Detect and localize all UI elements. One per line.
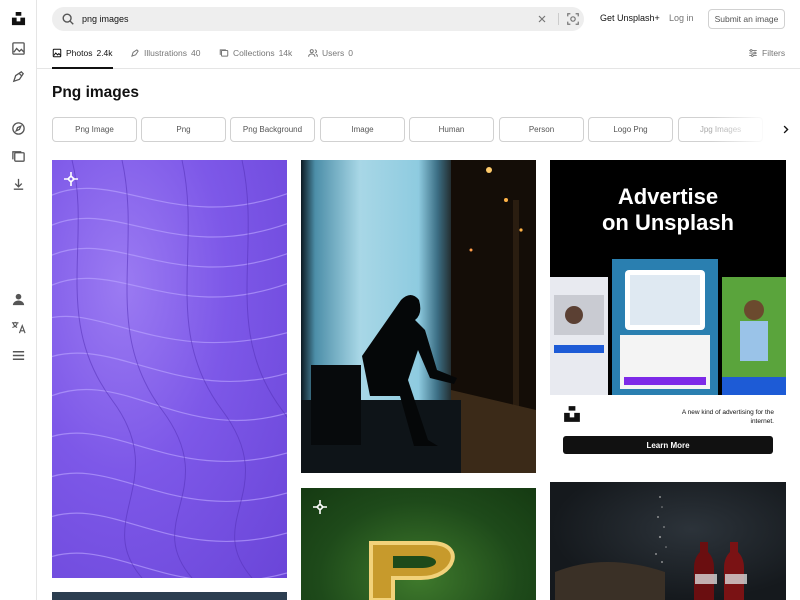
bottles-scene	[555, 496, 747, 600]
pen-icon	[131, 49, 139, 57]
tab-users[interactable]: Users 0	[308, 38, 353, 68]
related-chip[interactable]: Png	[141, 117, 226, 142]
silhouette-scene	[301, 160, 536, 473]
photo-person-silhouette[interactable]	[301, 160, 536, 473]
ad-headline-line2: on Unsplash	[601, 210, 734, 235]
search-divider	[558, 13, 559, 25]
users-icon	[308, 49, 318, 57]
tab-users-count: 0	[348, 48, 353, 58]
menu-hamburger-icon[interactable]	[9, 346, 28, 365]
photo-purple-fibers[interactable]	[52, 160, 287, 578]
top-header: Get Unsplash+ Log in Submit an image	[37, 0, 800, 38]
tab-illustrations[interactable]: Illustrations 40	[130, 38, 200, 68]
filters-sliders-icon	[749, 49, 757, 57]
photo-golden-letter[interactable]	[301, 488, 536, 600]
ad-footer: A new kind of advertising for the intern…	[550, 395, 786, 469]
learn-more-button[interactable]: Learn More	[563, 436, 773, 454]
related-chip[interactable]: Person	[499, 117, 584, 142]
unsplash-plus-icon	[313, 500, 327, 514]
clear-search-icon[interactable]	[536, 13, 548, 25]
tab-illustrations-count: 40	[191, 48, 201, 58]
user-account-icon[interactable]	[9, 290, 28, 309]
sidebar	[0, 0, 37, 600]
tab-photos-label: Photos	[66, 47, 93, 58]
login-link[interactable]: Log in	[669, 13, 694, 23]
filters-label: Filters	[762, 48, 786, 58]
collections-nav-icon[interactable]	[9, 147, 28, 166]
submit-image-button[interactable]: Submit an image	[708, 9, 785, 29]
tab-collections[interactable]: Collections 14k	[219, 38, 292, 68]
unsplash-logo-icon[interactable]	[9, 9, 28, 28]
collections-icon	[219, 49, 229, 57]
photos-nav-icon[interactable]	[9, 39, 28, 58]
ad-tagline: A new kind of advertising for the intern…	[681, 409, 774, 425]
golden-letter-p	[369, 541, 455, 600]
search-type-tabs: Photos 2.4k Illustrations 40 Collections…	[37, 38, 800, 69]
explore-compass-icon[interactable]	[9, 119, 28, 138]
tab-users-label: Users	[322, 48, 345, 58]
related-searches: Png Image Png Png Background Image Human…	[52, 117, 792, 143]
tab-photos[interactable]: Photos 2.4k	[52, 38, 113, 69]
tab-photos-count: 2.4k	[96, 47, 113, 58]
ad-collage-image	[550, 259, 786, 395]
search-input[interactable]	[82, 10, 522, 28]
ad-headline: Advertise on Unsplash	[550, 184, 786, 236]
page-title: Png images	[52, 84, 139, 101]
chevron-right-icon[interactable]	[780, 124, 791, 135]
tab-collections-count: 14k	[278, 48, 293, 58]
photo-dark-bottles[interactable]	[550, 482, 786, 600]
download-icon[interactable]	[9, 175, 28, 194]
get-unsplash-plus-link[interactable]: Get Unsplash+	[600, 13, 660, 23]
photo-next-col1[interactable]	[52, 592, 287, 600]
purple-fiber-texture	[52, 160, 287, 578]
related-chip[interactable]: Human	[409, 117, 494, 142]
unsplash-logo-icon	[564, 406, 580, 422]
search-icon[interactable]	[61, 12, 75, 26]
tab-illustrations-label: Illustrations	[144, 48, 187, 58]
search-bar[interactable]	[52, 7, 584, 31]
illustrations-nav-icon[interactable]	[9, 67, 28, 86]
related-chip[interactable]: Png Background	[230, 117, 315, 142]
related-chip[interactable]: Logo Png	[588, 117, 673, 142]
filters-button[interactable]: Filters	[748, 38, 785, 68]
visual-search-icon[interactable]	[566, 12, 580, 26]
language-translate-icon[interactable]	[9, 318, 28, 337]
ad-headline-line1: Advertise	[617, 184, 719, 209]
related-chip[interactable]: Image	[320, 117, 405, 142]
image-icon	[52, 48, 62, 57]
advertise-card[interactable]: Advertise on Unsplash A new kind of adve…	[550, 160, 786, 469]
tab-collections-label: Collections	[233, 48, 275, 58]
unsplash-plus-icon	[64, 172, 78, 186]
related-chip[interactable]: Png Image	[52, 117, 137, 142]
